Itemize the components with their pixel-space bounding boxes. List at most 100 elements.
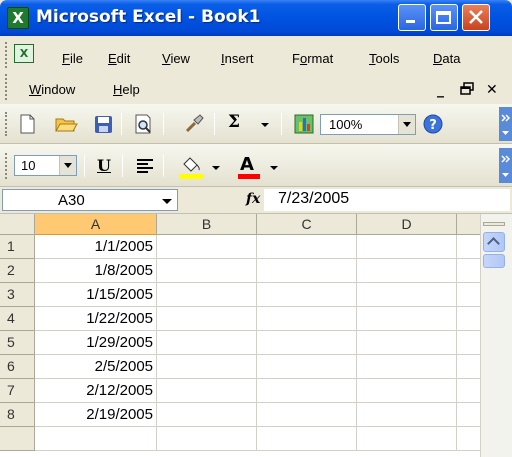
- cell-empty[interactable]: [457, 427, 480, 451]
- column-header-d[interactable]: D: [357, 214, 457, 235]
- cell-empty[interactable]: [257, 283, 357, 307]
- cell-empty[interactable]: [257, 307, 357, 331]
- cell-empty[interactable]: [157, 379, 257, 403]
- excel-icon[interactable]: X: [7, 7, 29, 29]
- close-button[interactable]: [462, 4, 490, 31]
- cell-empty[interactable]: [257, 331, 357, 355]
- split-box[interactable]: [483, 222, 505, 226]
- font-color-dropdown[interactable]: [268, 156, 280, 178]
- vertical-scrollbar[interactable]: [480, 214, 512, 457]
- menu-help[interactable]: Help: [113, 82, 140, 97]
- row-header[interactable]: 3: [0, 283, 35, 307]
- cell-empty[interactable]: [157, 403, 257, 427]
- cell-a1[interactable]: 1/1/2005: [35, 235, 157, 259]
- cell-empty[interactable]: [157, 427, 257, 451]
- menu-data[interactable]: Data: [433, 51, 460, 66]
- cell-empty[interactable]: [35, 427, 157, 451]
- select-all-corner[interactable]: [0, 214, 35, 235]
- cell-empty[interactable]: [357, 331, 457, 355]
- row-header-partial[interactable]: [0, 427, 35, 451]
- menu-view[interactable]: View: [162, 51, 190, 66]
- menu-insert[interactable]: Insert: [221, 51, 254, 66]
- format-painter-button[interactable]: [183, 113, 205, 135]
- font-size-combo[interactable]: 10: [14, 155, 77, 176]
- open-button[interactable]: [54, 113, 78, 135]
- cell-empty[interactable]: [257, 355, 357, 379]
- doc-close-button[interactable]: ✕: [486, 82, 498, 98]
- cell-a5[interactable]: 1/29/2005: [35, 331, 157, 355]
- cell-empty[interactable]: [457, 403, 480, 427]
- cell-empty[interactable]: [357, 259, 457, 283]
- save-button[interactable]: [92, 113, 114, 135]
- menu-tools[interactable]: Tools: [369, 51, 399, 66]
- menubar-grip[interactable]: [5, 42, 8, 68]
- toolbar-grip[interactable]: [5, 112, 8, 136]
- font-size-dropdown-icon[interactable]: [59, 156, 76, 175]
- row-header[interactable]: 6: [0, 355, 35, 379]
- fill-color-button[interactable]: [178, 154, 206, 179]
- cell-empty[interactable]: [457, 307, 480, 331]
- menu-file[interactable]: File: [62, 51, 83, 66]
- menubar-grip-2[interactable]: [5, 74, 8, 100]
- column-header-partial[interactable]: [457, 214, 480, 235]
- cell-empty[interactable]: [457, 235, 480, 259]
- cell-a6[interactable]: 2/5/2005: [35, 355, 157, 379]
- cell-empty[interactable]: [457, 259, 480, 283]
- fill-color-dropdown[interactable]: [210, 156, 222, 178]
- menu-edit[interactable]: Edit: [108, 51, 130, 66]
- cell-empty[interactable]: [157, 283, 257, 307]
- cell-empty[interactable]: [357, 283, 457, 307]
- cell-a4[interactable]: 1/22/2005: [35, 307, 157, 331]
- print-preview-button[interactable]: [132, 113, 154, 135]
- row-header[interactable]: 7: [0, 379, 35, 403]
- align-left-button[interactable]: [134, 156, 156, 178]
- cell-empty[interactable]: [157, 235, 257, 259]
- cell-empty[interactable]: [157, 355, 257, 379]
- column-header-b[interactable]: B: [157, 214, 257, 235]
- title-bar[interactable]: X Microsoft Excel - Book1: [0, 0, 512, 36]
- cell-a3[interactable]: 1/15/2005: [35, 283, 157, 307]
- restore-button[interactable]: [430, 4, 458, 31]
- cell-empty[interactable]: [457, 283, 480, 307]
- column-header-c[interactable]: C: [257, 214, 357, 235]
- row-header[interactable]: 5: [0, 331, 35, 355]
- cell-empty[interactable]: [157, 331, 257, 355]
- column-header-a[interactable]: A: [35, 214, 157, 235]
- new-button[interactable]: [16, 113, 38, 135]
- cell-empty[interactable]: [357, 427, 457, 451]
- cell-empty[interactable]: [357, 403, 457, 427]
- worksheet-grid[interactable]: A B C D 1 1/1/2005 2 1/8/2005 3 1/15/200…: [0, 214, 480, 457]
- toolbar-overflow-button[interactable]: [499, 148, 512, 183]
- row-header[interactable]: 4: [0, 307, 35, 331]
- cell-empty[interactable]: [257, 403, 357, 427]
- help-button[interactable]: ?: [422, 113, 444, 135]
- formula-input[interactable]: 7/23/2005: [264, 189, 510, 211]
- cell-a7[interactable]: 2/12/2005: [35, 379, 157, 403]
- cell-empty[interactable]: [257, 235, 357, 259]
- autosum-dropdown[interactable]: [259, 113, 271, 135]
- cell-empty[interactable]: [457, 379, 480, 403]
- cell-a2[interactable]: 1/8/2005: [35, 259, 157, 283]
- cell-empty[interactable]: [457, 331, 480, 355]
- doc-restore-button[interactable]: [460, 82, 474, 100]
- row-header[interactable]: 2: [0, 259, 35, 283]
- underline-button[interactable]: U: [93, 156, 115, 178]
- cell-a8[interactable]: 2/19/2005: [35, 403, 157, 427]
- minimize-button[interactable]: [398, 4, 426, 31]
- autosum-button[interactable]: Σ: [228, 112, 252, 134]
- zoom-dropdown-icon[interactable]: [398, 115, 415, 134]
- scroll-up-button[interactable]: [483, 232, 505, 252]
- cell-empty[interactable]: [157, 259, 257, 283]
- cell-empty[interactable]: [157, 307, 257, 331]
- fx-icon[interactable]: fx: [246, 191, 260, 207]
- cell-empty[interactable]: [257, 427, 357, 451]
- cell-empty[interactable]: [357, 307, 457, 331]
- row-header[interactable]: 1: [0, 235, 35, 259]
- cell-empty[interactable]: [457, 355, 480, 379]
- zoom-combo[interactable]: 100%: [320, 114, 416, 135]
- scroll-thumb[interactable]: [483, 254, 505, 268]
- cell-empty[interactable]: [357, 355, 457, 379]
- font-color-button[interactable]: A: [236, 154, 264, 179]
- cell-empty[interactable]: [257, 259, 357, 283]
- cell-empty[interactable]: [357, 379, 457, 403]
